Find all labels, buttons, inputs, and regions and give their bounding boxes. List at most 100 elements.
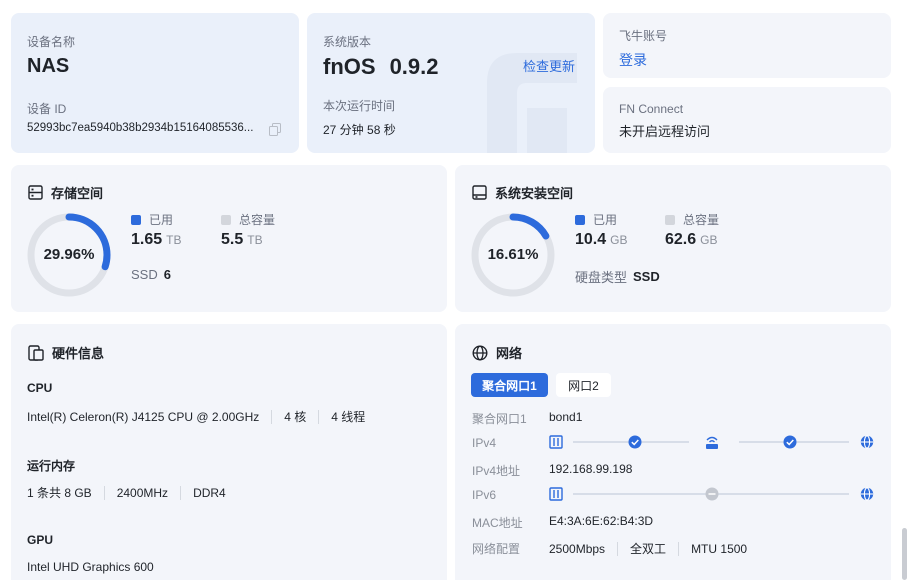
ipv6-topology (549, 487, 874, 501)
divider (180, 485, 182, 500)
ipv4-address-label: IPv4地址 (472, 464, 521, 478)
ram-info: 1 条共 8 GB 2400MHz DDR4 (27, 484, 226, 501)
iface-label: 聚合网口1 (472, 412, 527, 426)
ram-label: 运行内存 (27, 459, 76, 473)
storage-total-label: 总容量 (239, 213, 276, 227)
storage-total-number: 5.5 (221, 231, 244, 248)
system-disk-percent: 16.61% (487, 246, 539, 263)
network-config-label: 网络配置 (472, 542, 521, 556)
duplex-mode: 全双工 (630, 542, 667, 556)
system-disk-total-number: 62.6 (665, 231, 697, 248)
divider (271, 409, 273, 424)
mac-label: MAC地址 (472, 516, 523, 530)
os-version-number: 0.9.2 (389, 54, 439, 79)
scrollbar[interactable] (902, 528, 907, 580)
tab-port2[interactable]: 网口2 (556, 373, 611, 397)
account-card: 飞牛账号 登录 (603, 13, 891, 78)
storage-used-number: 1.65 (131, 231, 163, 248)
system-card: 系统版本 fnOS 0.9.2 检查更新 本次运行时间 27 分钟 58 秒 (307, 13, 595, 153)
nic-icon (549, 487, 563, 501)
internet-globe-icon (860, 435, 874, 449)
ram-size: 1 条共 8 GB (27, 486, 92, 500)
gpu-model: Intel UHD Graphics 600 (27, 560, 154, 574)
globe-icon (472, 344, 488, 361)
internet-globe-icon (860, 487, 874, 501)
system-disk-total-value: 62.6 GB (665, 231, 717, 249)
ram-type: DDR4 (193, 485, 226, 500)
storage-used-value: 1.65 TB (131, 231, 181, 249)
network-header: 网络 (472, 343, 522, 362)
system-disk-used-value: 10.4 GB (575, 231, 627, 249)
check-circle-icon (783, 435, 797, 449)
link-speed: 2500Mbps (549, 541, 606, 556)
ssd-label: SSD (131, 267, 158, 282)
tab-bond1[interactable]: 聚合网口1 (471, 373, 548, 397)
divider (318, 409, 320, 424)
storage-total-unit: TB (247, 233, 263, 247)
storage-total-legend: 总容量 (221, 211, 275, 228)
system-version: fnOS 0.9.2 (323, 54, 439, 80)
ssd-count: SSD 6 (131, 267, 171, 282)
cpu-cores: 4 核 (284, 410, 307, 424)
ram-speed: 2400MHz (116, 485, 169, 500)
used-swatch (575, 214, 585, 225)
system-version-label: 系统版本 (323, 35, 372, 49)
fnos-watermark (487, 53, 577, 153)
cpu-info: Intel(R) Celeron(R) J4125 CPU @ 2.00GHz … (27, 408, 365, 425)
fn-connect-card: FN Connect 未开启远程访问 (603, 87, 891, 153)
device-name-label: 设备名称 (27, 35, 76, 49)
login-link[interactable]: 登录 (619, 50, 647, 70)
network-config: 2500Mbps 全双工 MTU 1500 (549, 540, 747, 557)
hardware-header: 硬件信息 (28, 343, 104, 362)
network-card: 网络 聚合网口1 网口2 聚合网口1 bond1 IPv4 IPv4地址 192… (455, 324, 891, 580)
hardware-title: 硬件信息 (52, 346, 105, 361)
storage-total-value: 5.5 TB (221, 231, 263, 249)
check-update-link[interactable]: 检查更新 (523, 56, 575, 75)
system-disk-used-label: 已用 (593, 213, 618, 227)
os-name: fnOS (323, 54, 376, 79)
cpu-model: Intel(R) Celeron(R) J4125 CPU @ 2.00GHz (27, 409, 260, 424)
total-swatch (665, 214, 675, 225)
system-disk-title: 系统安装空间 (495, 186, 574, 201)
storage-used-legend: 已用 (131, 211, 173, 228)
ipv6-label: IPv6 (472, 488, 497, 502)
device-card: 设备名称 NAS 设备 ID 52993bc7ea5940b38b2934b15… (11, 13, 299, 153)
disconnected-icon (705, 487, 719, 501)
storage-card: 存储空间 29.96% 已用 1.65 TB 总容量 5.5 TB SSD 6 (11, 165, 447, 312)
nic-icon (549, 435, 563, 449)
ipv4-topology (549, 435, 874, 449)
uptime-label: 本次运行时间 (323, 99, 396, 113)
divider (678, 541, 680, 556)
system-disk-total-label: 总容量 (683, 213, 720, 227)
system-disk-card: 系统安装空间 16.61% 已用 10.4 GB 总容量 62.6 GB 硬盘类… (455, 165, 891, 312)
hard-disk-icon (472, 185, 487, 200)
storage-header: 存储空间 (28, 183, 103, 202)
storage-used-label: 已用 (149, 213, 174, 227)
cpu-threads: 4 线程 (331, 410, 366, 424)
storage-used-unit: TB (166, 233, 182, 247)
cpu-label: CPU (27, 381, 53, 395)
router-icon (706, 436, 718, 449)
disk-type-value: SSD (633, 269, 660, 284)
fn-connect-status[interactable]: 未开启远程访问 (619, 121, 710, 140)
device-id-label: 设备 ID (27, 102, 67, 116)
system-disk-used-legend: 已用 (575, 211, 617, 228)
check-circle-icon (628, 435, 642, 449)
mtu: MTU 1500 (691, 541, 748, 556)
device-name: NAS (27, 55, 70, 77)
storage-percent: 29.96% (43, 246, 95, 263)
system-disk-used-number: 10.4 (575, 231, 607, 248)
iface-value: bond1 (549, 410, 583, 424)
fn-connect-label: FN Connect (619, 102, 684, 116)
copy-icon[interactable] (269, 123, 281, 141)
ssd-count-value: 6 (163, 267, 171, 282)
account-label: 飞牛账号 (619, 29, 668, 43)
total-swatch (221, 214, 231, 225)
disk-type-label: 硬盘类型 (575, 270, 628, 285)
storage-title: 存储空间 (51, 186, 104, 201)
network-title: 网络 (496, 346, 523, 361)
ipv4-label: IPv4 (472, 436, 497, 450)
storage-icon (28, 185, 43, 200)
disk-type: 硬盘类型 SSD (575, 267, 660, 286)
hardware-card: 硬件信息 CPU Intel(R) Celeron(R) J4125 CPU @… (11, 324, 447, 580)
